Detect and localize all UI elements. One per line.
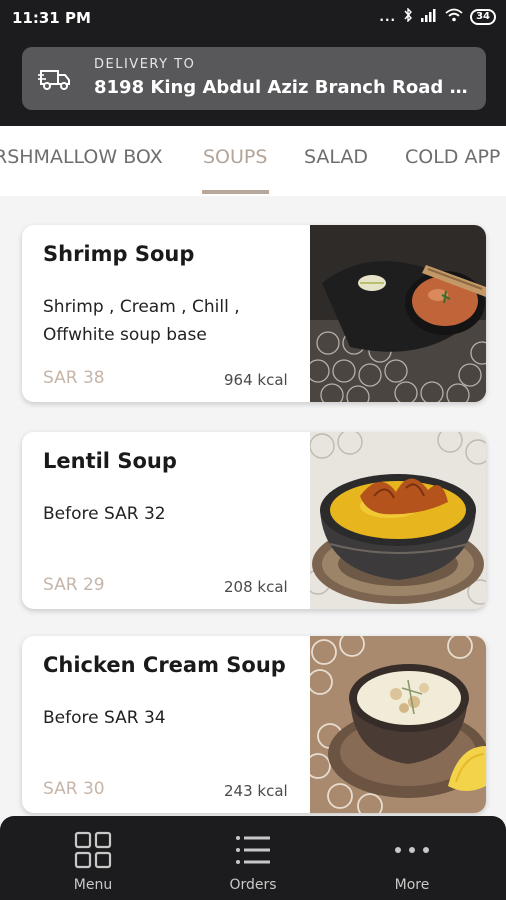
signal-icon <box>420 8 438 25</box>
item-title: Shrimp Soup <box>43 242 195 266</box>
item-price: SAR 30 <box>43 779 105 799</box>
grid-icon <box>73 830 113 870</box>
chicken-cream-soup-image <box>310 636 486 813</box>
menu-item-card[interactable]: Lentil Soup Before SAR 32 SAR 29 208 kca… <box>22 432 486 609</box>
bluetooth-icon <box>403 7 413 25</box>
delivery-address: 8198 King Abdul Aziz Branch Road Al ... <box>94 77 474 98</box>
item-calories: 964 kcal <box>224 371 288 389</box>
delivery-address-selector[interactable]: DELIVERY TO 8198 King Abdul Aziz Branch … <box>22 47 486 110</box>
more-icon <box>392 830 432 870</box>
item-price: SAR 38 <box>43 368 105 388</box>
item-title: Chicken Cream Soup <box>43 653 286 677</box>
tab-marshmallow-box[interactable]: RSHMALLOW BOX <box>0 146 163 168</box>
item-calories: 208 kcal <box>224 578 288 596</box>
item-description: Before SAR 34 <box>43 708 166 728</box>
menu-list: Shrimp Soup Shrimp , Cream , Chill , Off… <box>0 196 506 816</box>
menu-item-card[interactable]: Chicken Cream Soup Before SAR 34 SAR 30 … <box>22 636 486 813</box>
delivery-truck-icon <box>38 66 72 92</box>
lentil-soup-image <box>310 432 486 609</box>
item-description: Before SAR 32 <box>43 504 166 524</box>
item-price: SAR 29 <box>43 575 105 595</box>
battery-icon: 34 <box>470 8 496 25</box>
nav-label: Menu <box>73 877 113 893</box>
status-time: 11:31 PM <box>12 9 91 27</box>
delivery-label: DELIVERY TO <box>94 57 196 72</box>
item-description: Shrimp , Cream , Chill , Offwhite soup b… <box>43 297 240 345</box>
item-calories: 243 kcal <box>224 782 288 800</box>
category-tabs: RSHMALLOW BOX SOUPS SALAD COLD APP <box>0 126 506 196</box>
nav-label: Orders <box>229 877 277 893</box>
status-icons: ... 34 <box>379 7 496 25</box>
wifi-icon <box>445 8 463 25</box>
tab-salad[interactable]: SALAD <box>304 146 368 168</box>
nav-orders[interactable]: Orders <box>169 816 337 900</box>
nav-menu[interactable]: Menu <box>9 816 177 900</box>
header: DELIVERY TO 8198 King Abdul Aziz Branch … <box>0 36 506 126</box>
status-bar: 11:31 PM ... 34 <box>0 0 506 36</box>
active-tab-indicator <box>202 190 269 194</box>
item-title: Lentil Soup <box>43 449 177 473</box>
list-icon <box>233 830 273 870</box>
nav-label: More <box>394 877 430 893</box>
bottom-navigation: Menu Orders More <box>0 816 506 900</box>
notification-dots-icon: ... <box>379 9 397 24</box>
tab-soups[interactable]: SOUPS <box>203 146 267 168</box>
tab-cold-appetizers[interactable]: COLD APP <box>405 146 500 168</box>
menu-item-card[interactable]: Shrimp Soup Shrimp , Cream , Chill , Off… <box>22 225 486 402</box>
nav-more[interactable]: More <box>328 816 496 900</box>
shrimp-soup-image <box>310 225 486 402</box>
